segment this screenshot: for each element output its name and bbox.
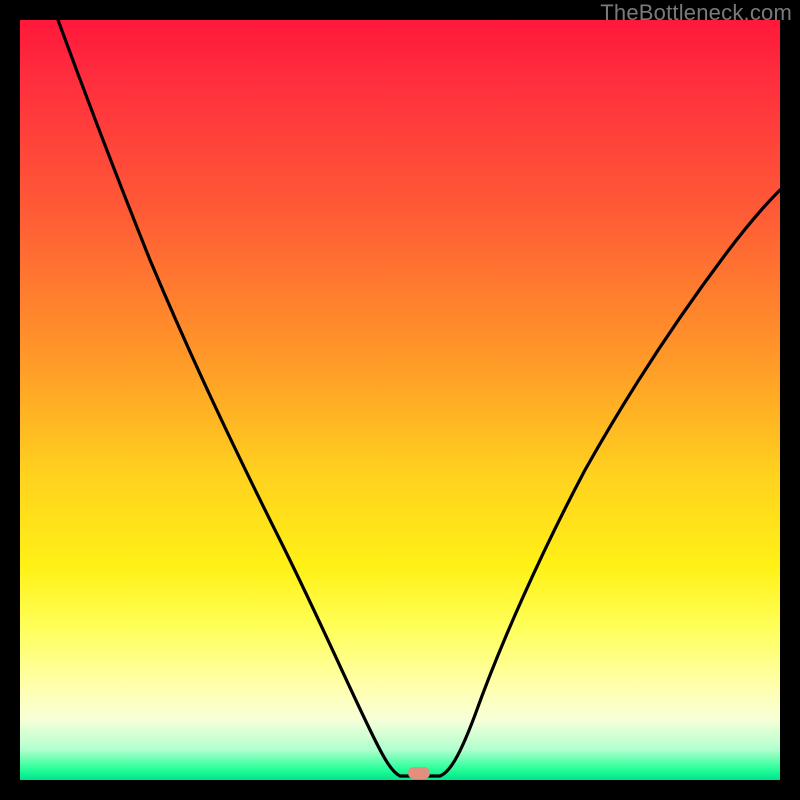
bottleneck-curve <box>20 20 780 780</box>
plot-area <box>20 20 780 780</box>
chart-container: TheBottleneck.com <box>0 0 800 800</box>
optimum-marker <box>408 767 430 779</box>
